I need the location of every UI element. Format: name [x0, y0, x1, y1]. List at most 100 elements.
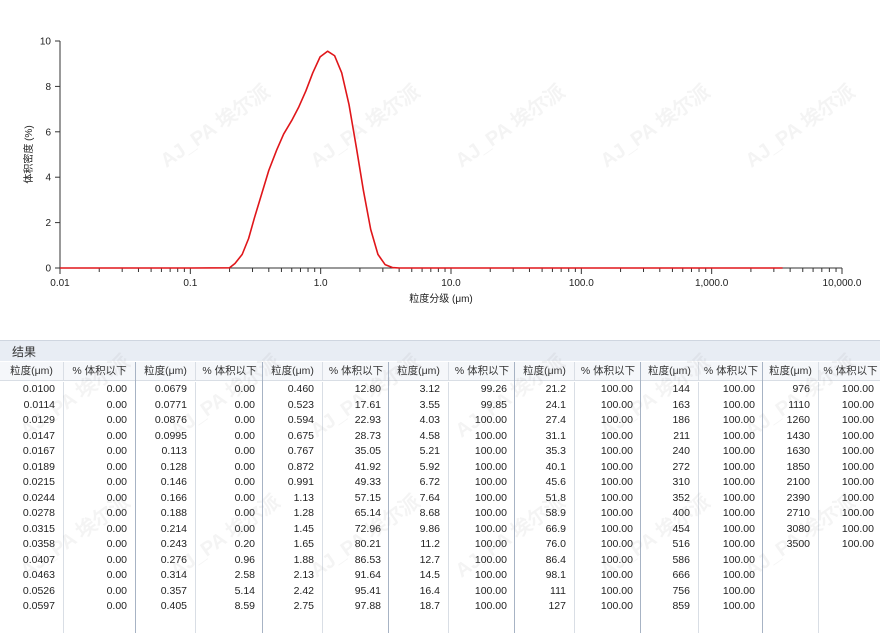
results-column-group: 粒度(μm)% 体积以下 0.0679 0.0771 0.0876 0.0995 0.11… [135, 362, 263, 633]
percent-under-cell: 100.00 [841, 507, 874, 519]
percent-under-cell: 100.00 [600, 491, 633, 504]
size-column: 0.0679 0.0771 0.0876 0.0995 0.113 0.128 0.146 0… [136, 382, 195, 615]
percent-under-cell: 100.00 [600, 538, 633, 550]
size-cell: 4.03 [419, 414, 440, 426]
percent-under-cell: 41.92 [354, 460, 381, 473]
size-cell: 144 [672, 383, 690, 395]
percent-under-cell: 100.00 [841, 460, 874, 473]
size-cell: 3500 [786, 538, 810, 550]
percent-under-cell: 0.00 [106, 553, 127, 566]
size-column-header: 粒度(μm) [263, 362, 322, 381]
percent-under-cell: 0.00 [234, 522, 255, 535]
size-cell: 31.1 [545, 429, 566, 442]
percent-under-cell: 100.00 [841, 476, 874, 488]
percent-under-cell: 0.96 [234, 553, 255, 566]
size-cell: 0.113 [161, 445, 188, 457]
percent-under-cell: 100.00 [722, 538, 755, 550]
size-cell: 0.0244 [22, 491, 55, 504]
percent-under-cell: 17.61 [354, 398, 381, 411]
size-cell: 976 [792, 383, 810, 395]
size-cell: 0.0278 [22, 507, 55, 519]
size-cell: 0.357 [160, 584, 187, 597]
size-cell: 0.0167 [22, 445, 55, 457]
percent-under-cell: 5.14 [234, 584, 255, 597]
size-cell: 51.8 [545, 491, 566, 504]
size-cell: 8.68 [419, 507, 440, 519]
percent-under-cell: 100.00 [841, 398, 874, 411]
percent-under-column: 100.00 100.00 100.00 100.00 100.00 100.00 100.… [698, 382, 763, 633]
percent-under-cell: 0.00 [234, 383, 255, 395]
size-cell: 1.88 [293, 553, 314, 566]
size-cell: 859 [672, 600, 690, 612]
size-cell: 0.0771 [154, 398, 187, 411]
percent-under-cell: 100.00 [474, 476, 507, 488]
percent-under-cell: 100.00 [841, 538, 874, 550]
size-cell: 0.991 [287, 476, 314, 488]
percent-under-cell: 0.00 [106, 398, 127, 411]
percent-under-cell: 100.00 [474, 429, 507, 442]
size-cell: 2.42 [293, 584, 314, 597]
percent-under-cell: 0.00 [106, 584, 127, 597]
percent-under-cell: 95.41 [354, 584, 381, 597]
x-tick-label: 0.1 [183, 278, 197, 289]
size-cell: 186 [672, 414, 690, 426]
percent-under-cell: 0.00 [106, 414, 127, 426]
size-cell: 4.58 [419, 429, 440, 442]
x-tick-label: 100.0 [569, 278, 594, 289]
percent-under-cell: 99.85 [480, 398, 507, 411]
results-column-group: 粒度(μm)% 体积以下 144 163 186 211 240 272 310 352 400 4… [640, 362, 763, 633]
size-cell: 0.0114 [23, 398, 55, 411]
percent-under-column: 100.00 100.00 100.00 100.00 100.00 100.00 100.… [574, 382, 641, 633]
size-column-header: 粒度(μm) [136, 362, 195, 381]
size-cell: 0.128 [160, 460, 187, 473]
size-cell: 45.6 [545, 476, 566, 488]
y-tick-label: 0 [45, 264, 51, 275]
percent-under-cell: 100.00 [600, 445, 633, 457]
size-column: 21.2 24.1 27.4 31.1 35.3 40.1 45.6 51.8 58.9 66.9… [515, 382, 574, 615]
percent-under-cell: 97.88 [354, 600, 381, 612]
size-cell: 454 [672, 522, 690, 535]
results-header: 结果 [0, 340, 880, 361]
size-cell: 3.55 [419, 398, 440, 411]
x-tick-label: 10.0 [441, 278, 461, 289]
size-cell: 586 [672, 553, 690, 566]
size-cell: 2710 [786, 507, 810, 519]
x-tick-label: 1.0 [314, 278, 328, 289]
size-cell: 98.1 [545, 569, 566, 581]
size-cell: 14.5 [419, 569, 440, 581]
size-cell: 0.0995 [154, 429, 187, 442]
percent-under-cell: 100.00 [474, 491, 507, 504]
percent-under-cell: 100.00 [474, 522, 507, 535]
percent-under-cell: 100.00 [722, 507, 755, 519]
percent-under-cell: 100.00 [841, 491, 874, 504]
percent-under-cell: 100.00 [722, 398, 755, 411]
x-tick-label: 10,000.0 [823, 278, 862, 289]
chart-svg: 0 2 4 6 8 10 0.01 0.1 1.0 10.0 100.0 1,000.0 10,000.… [22, 37, 862, 306]
percent-under-column: 12.80 17.61 22.93 28.73 35.05 41.92 49.33 57.15… [322, 382, 389, 633]
percent-under-column-header: % 体积以下 [195, 362, 263, 381]
size-cell: 516 [672, 538, 690, 550]
percent-under-cell: 0.00 [234, 398, 255, 411]
size-cell: 163 [672, 398, 690, 411]
size-column: 144 163 186 211 240 272 310 352 400 454 516 586 666 7… [641, 382, 698, 615]
size-cell: 1630 [786, 445, 810, 457]
percent-under-column-header: % 体积以下 [698, 362, 763, 381]
percent-under-cell: 72.96 [354, 522, 381, 535]
percent-under-cell: 100.00 [600, 522, 633, 535]
percent-under-column: 100.00 100.00 100.00 100.00 100.00 100.00 100.… [818, 382, 880, 633]
percent-under-cell: 100.00 [600, 414, 633, 426]
percent-under-cell: 86.53 [354, 553, 381, 566]
size-cell: 0.594 [287, 414, 314, 426]
percent-under-cell: 100.00 [722, 584, 755, 597]
y-tick-label: 4 [45, 173, 51, 184]
size-cell: 0.767 [287, 445, 314, 457]
percent-under-cell: 0.00 [234, 491, 255, 504]
size-cell: 240 [672, 445, 690, 457]
size-cell: 0.0315 [22, 522, 55, 535]
percent-under-cell: 100.00 [722, 522, 755, 535]
size-cell: 272 [672, 460, 690, 473]
size-cell: 0.0147 [22, 429, 55, 442]
size-cell: 21.2 [545, 383, 566, 395]
size-cell: 400 [672, 507, 690, 519]
y-tick-label: 10 [40, 37, 52, 48]
